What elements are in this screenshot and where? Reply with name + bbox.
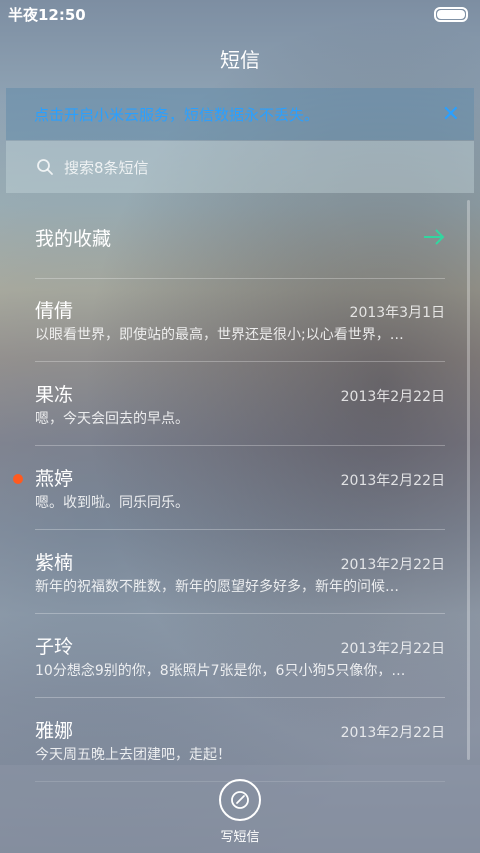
conversation-item[interactable]: 果冻 2013年2月22日 嗯，今天会回去的早点。 [35,362,445,446]
search-bar[interactable]: 搜索8条短信 [6,141,474,193]
scrollbar[interactable] [467,200,470,760]
search-icon [37,159,53,175]
message-preview: 以眼看世界，即使站的最高，世界还是很小;以心看世界，… [35,327,404,343]
contact-name: 果冻 [35,384,74,406]
contact-name: 雅娜 [35,720,74,742]
compose-button[interactable] [219,779,261,821]
message-preview: 嗯。收到啦。同乐同乐。 [35,495,189,511]
arrow-right-icon [424,229,445,245]
message-preview: 新年的祝福数不胜数，新年的愿望好多好多，新年的问候… [35,579,399,595]
conversation-list: 倩倩 2013年3月1日 以眼看世界，即使站的最高，世界还是很小;以心看世界，…… [13,278,445,782]
favorites-label: 我的收藏 [35,227,112,250]
banner-text[interactable]: 点击开启小米云服务，短信数据永不丢失。 [34,104,319,125]
conversation-item[interactable]: 子玲 2013年2月22日 10分想念9别的你，8张照片7张是你，6只小狗5只像… [35,614,445,698]
message-date: 2013年2月22日 [340,725,445,741]
compose-icon [231,791,249,809]
message-date: 2013年2月22日 [340,641,445,657]
cloud-service-banner[interactable]: 点击开启小米云服务，短信数据永不丢失。 ✕ [6,88,474,140]
search-placeholder[interactable]: 搜索8条短信 [64,157,149,178]
status-bar: 半夜12:50 [0,0,480,28]
conversation-item[interactable]: 紫楠 2013年2月22日 新年的祝福数不胜数，新年的愿望好多好多，新年的问候… [35,530,445,614]
message-date: 2013年2月22日 [340,557,445,573]
close-icon[interactable]: ✕ [442,102,460,127]
message-preview: 今天周五晚上去团建吧，走起！ [35,747,231,763]
contact-name: 子玲 [35,636,74,658]
page-title: 短信 [220,48,260,72]
contact-name: 燕婷 [35,468,74,490]
conversation-item[interactable]: 燕婷 2013年2月22日 嗯。收到啦。同乐同乐。 [13,446,445,530]
message-preview: 10分想念9别的你，8张照片7张是你，6只小狗5只像你，… [35,663,406,679]
message-date: 2013年2月22日 [340,473,445,489]
compose-label[interactable]: 写短信 [0,826,480,845]
status-time: 半夜12:50 [8,5,86,24]
message-date: 2013年2月22日 [340,389,445,405]
conversation-item[interactable]: 倩倩 2013年3月1日 以眼看世界，即使站的最高，世界还是很小;以心看世界，… [35,278,445,362]
battery-icon [434,6,468,22]
unread-dot-icon [13,474,23,484]
favorites-row[interactable]: 我的收藏 [35,196,445,279]
message-preview: 嗯，今天会回去的早点。 [35,411,189,427]
message-date: 2013年3月1日 [349,305,445,321]
contact-name: 紫楠 [35,552,74,574]
contact-name: 倩倩 [35,300,74,322]
